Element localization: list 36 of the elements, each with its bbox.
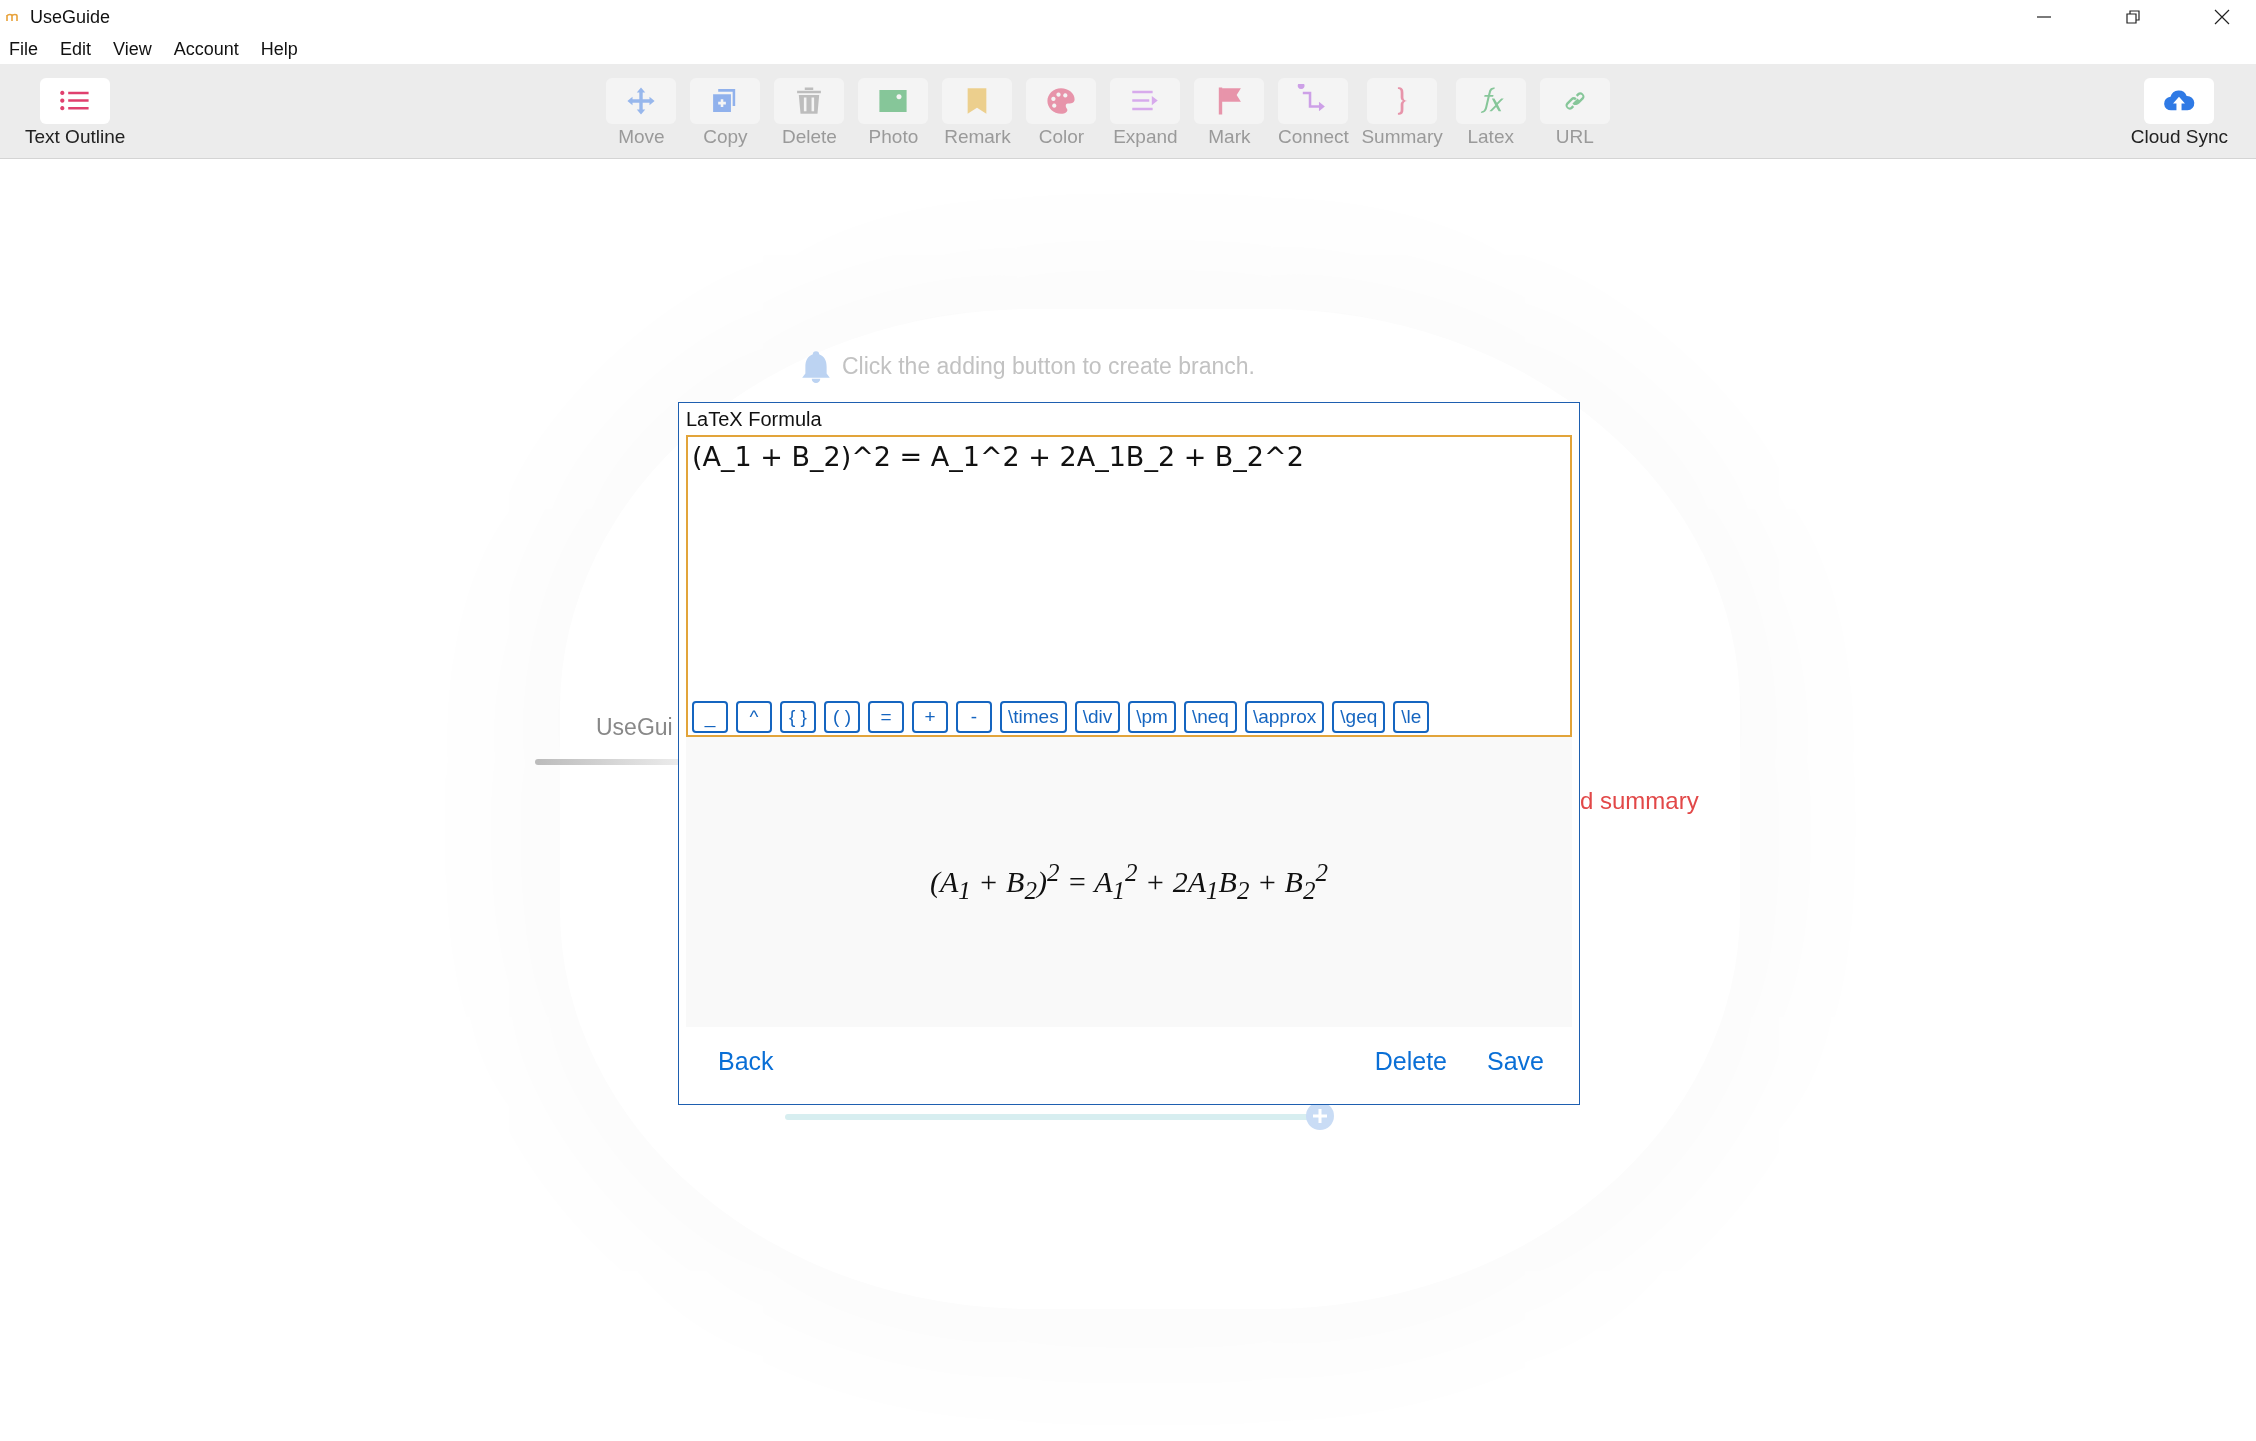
dialog-title: LaTeX Formula [686, 407, 823, 432]
hint-text: Click the adding button to create branch. [842, 352, 1255, 380]
delete-button[interactable]: Delete [1374, 1046, 1447, 1076]
snippet-button[interactable]: = [868, 701, 904, 733]
snippet-button[interactable]: \times [1000, 701, 1067, 733]
snippet-button[interactable]: - [956, 701, 992, 733]
snippet-button[interactable]: \le [1393, 701, 1430, 733]
snippet-button[interactable]: ^ [736, 701, 772, 733]
formula-input[interactable]: (A_1 + B_2)^2 = A_1^2 + 2A_1B_2 + B_2^2 _ ^ { } ( ) = + - \times \div \pm \neq \approx \geq \le [686, 435, 1572, 737]
menu-item[interactable]: Help [260, 38, 298, 60]
menu-item[interactable]: Edit [60, 38, 92, 60]
summary-label: d summary [1580, 787, 1699, 815]
menu-item[interactable]: File [9, 38, 38, 60]
menu-item[interactable]: View [113, 38, 152, 60]
text-outline-button[interactable]: Text Outline [25, 78, 126, 148]
close-icon[interactable] [2212, 7, 2232, 27]
formula-text: (A_1 + B_2)^2 = A_1^2 + 2A_1B_2 + B_2^2 [692, 441, 1305, 474]
root-node-label: UseGui [596, 714, 673, 741]
app-logo-icon [6, 12, 20, 22]
menu-item[interactable]: Account [173, 38, 239, 60]
snippet-button[interactable]: _ [692, 701, 728, 733]
snippet-button[interactable]: \neq [1183, 701, 1237, 733]
brace-icon [1396, 86, 1408, 116]
save-button[interactable]: Save [1487, 1046, 1544, 1076]
restore-icon[interactable] [2123, 7, 2143, 27]
snippet-button[interactable]: \pm [1128, 701, 1176, 733]
snippet-button[interactable]: \div [1074, 701, 1121, 733]
snippet-button[interactable]: \approx [1244, 701, 1325, 733]
bell-icon [800, 349, 832, 383]
snippet-button[interactable]: ( ) [824, 701, 860, 733]
snippet-button[interactable]: + [912, 701, 948, 733]
snippet-button[interactable]: { } [780, 701, 816, 733]
window-title: UseGuide [30, 6, 111, 28]
snippet-button[interactable]: \geq [1332, 701, 1386, 733]
cloud-sync-button[interactable]: Cloud Sync [2130, 78, 2228, 148]
back-button[interactable]: Back [718, 1046, 774, 1076]
